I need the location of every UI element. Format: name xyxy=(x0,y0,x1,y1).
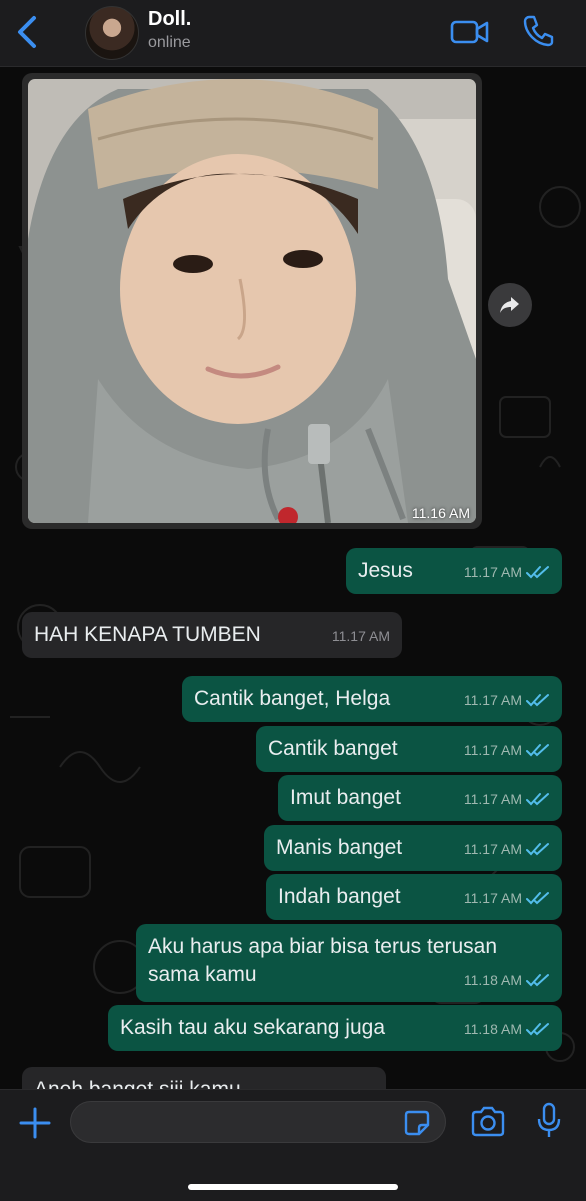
camera-icon xyxy=(471,1106,505,1137)
voice-call-button[interactable] xyxy=(522,14,554,48)
forward-arrow-icon xyxy=(500,297,519,313)
selfie-photo[interactable] xyxy=(28,79,476,523)
message-meta: 11.18 AM xyxy=(464,1015,550,1043)
plus-icon xyxy=(19,1107,51,1139)
message-time: 11.16 AM xyxy=(411,505,470,521)
chevron-left-icon xyxy=(18,16,36,48)
home-indicator xyxy=(188,1184,398,1190)
message-time: 11.18 AM xyxy=(463,972,522,988)
outgoing-message[interactable]: Kasih tau aku sekarang juga 11.18 AM xyxy=(108,1005,562,1051)
outgoing-message[interactable]: Cantik banget, Helga 11.17 AM xyxy=(182,676,562,722)
message-meta: 11.17 AM xyxy=(464,884,550,912)
incoming-message[interactable]: HAH KENAPA TUMBEN 11.17 AM xyxy=(22,612,402,658)
outgoing-message[interactable]: Cantik banget 11.17 AM xyxy=(256,726,562,772)
double-check-icon xyxy=(526,1023,549,1036)
message-text: Aku harus apa biar bisa terus terusan sa… xyxy=(148,935,498,986)
message-meta: 11.17 AM xyxy=(464,736,550,764)
microphone-icon xyxy=(537,1102,561,1137)
photo-message[interactable]: 11.16 AM xyxy=(22,73,482,529)
message-meta: 11.17 AM xyxy=(464,686,550,714)
outgoing-message[interactable]: Manis banget 11.17 AM xyxy=(264,825,562,871)
message-text: Manis banget xyxy=(276,836,403,859)
contact-status: online xyxy=(148,34,191,51)
message-time: 11.17 AM xyxy=(463,692,522,708)
incoming-message[interactable]: Aneh banget siii kamu xyxy=(22,1067,386,1089)
attach-button[interactable] xyxy=(18,1106,52,1140)
double-check-icon xyxy=(526,694,549,707)
message-input[interactable] xyxy=(70,1101,446,1143)
contact-avatar[interactable] xyxy=(85,6,139,60)
double-check-icon xyxy=(526,974,549,987)
message-time: 11.17 AM xyxy=(463,890,522,906)
chat-area[interactable]: 11.16 AM Jesus 11.17 AM HAH KENAPA TUMBEN 1… xyxy=(0,67,586,1089)
message-meta: 11.17 AM xyxy=(464,785,550,813)
forward-button[interactable] xyxy=(488,283,532,327)
double-check-icon xyxy=(526,566,549,579)
contact-name: Doll. xyxy=(148,8,192,30)
message-meta: 11.18 AM xyxy=(464,966,550,994)
message-meta: 11.17 AM xyxy=(464,835,550,863)
message-text: Cantik banget, Helga xyxy=(194,687,391,710)
message-text: Cantik banget xyxy=(268,737,398,760)
message-time: 11.17 AM xyxy=(463,841,522,857)
message-meta: 11.17 AM xyxy=(332,622,390,650)
outgoing-message[interactable]: Aku harus apa biar bisa terus terusan sa… xyxy=(136,924,562,1002)
outgoing-message[interactable]: Imut banget 11.17 AM xyxy=(278,775,562,821)
outgoing-message[interactable]: Indah banget 11.17 AM xyxy=(266,874,562,920)
sticker-button[interactable] xyxy=(404,1110,430,1136)
double-check-icon xyxy=(526,793,549,806)
double-check-icon xyxy=(526,843,549,856)
contact-info[interactable]: Doll. online xyxy=(148,8,191,52)
back-button[interactable] xyxy=(14,14,42,50)
video-camera-icon xyxy=(450,20,489,44)
double-check-icon xyxy=(526,892,549,905)
message-text: HAH KENAPA TUMBEN xyxy=(34,623,261,646)
outgoing-message[interactable]: Jesus 11.17 AM xyxy=(346,548,562,594)
chat-header: Doll. online xyxy=(0,0,586,67)
message-text: Imut banget xyxy=(290,786,401,809)
photo-image xyxy=(28,79,476,523)
double-check-icon xyxy=(526,744,549,757)
video-call-button[interactable] xyxy=(450,16,490,48)
message-text: Aneh banget siii kamu xyxy=(34,1078,241,1089)
message-text: Kasih tau aku sekarang juga xyxy=(120,1016,386,1039)
camera-button[interactable] xyxy=(470,1106,506,1138)
message-time: 11.18 AM xyxy=(463,1021,522,1037)
composer-bar xyxy=(0,1089,586,1201)
message-time: 11.17 AM xyxy=(463,742,522,758)
message-time: 11.17 AM xyxy=(463,564,522,580)
message-text: Indah banget xyxy=(278,885,401,908)
message-text: Jesus xyxy=(358,559,413,582)
message-time: 11.17 AM xyxy=(331,628,390,644)
phone-icon xyxy=(523,15,554,47)
message-meta: 11.17 AM xyxy=(464,558,550,586)
microphone-button[interactable] xyxy=(536,1102,562,1140)
sticker-icon xyxy=(404,1110,430,1136)
message-time: 11.17 AM xyxy=(463,791,522,807)
